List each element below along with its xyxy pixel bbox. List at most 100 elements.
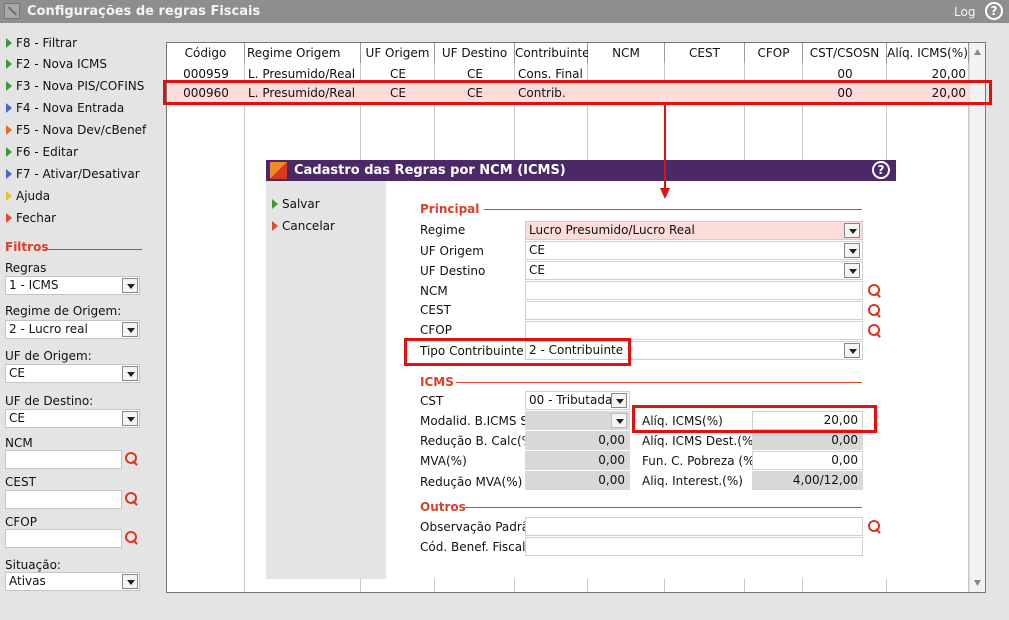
observacao-input[interactable] — [525, 517, 863, 536]
regime-label: Regime — [420, 223, 466, 237]
cst-dropdown[interactable] — [611, 392, 628, 409]
principal-divider — [484, 209, 862, 210]
col-regime-origem[interactable]: Regime Origem — [245, 43, 361, 63]
cell-regime: L. Presumido/Real — [248, 67, 356, 81]
uf-origem-select[interactable]: CE — [5, 364, 140, 383]
menu-nova-pis-cofins[interactable]: F3 - Nova PIS/COFINS — [6, 77, 144, 95]
menu-editar[interactable]: F6 - Editar — [6, 143, 78, 161]
tipo-contribuinte-select[interactable]: 2 - Contribuinte — [525, 341, 863, 360]
save-button[interactable]: Salvar — [272, 197, 320, 211]
uf-destino-select[interactable]: CE — [5, 409, 140, 428]
cest-filter-input[interactable] — [5, 490, 122, 509]
col-cfop[interactable]: CFOP — [745, 43, 803, 63]
uf-origem-dropdown[interactable] — [844, 242, 861, 259]
cod-benef-label: Cód. Benef. Fiscal — [420, 540, 526, 554]
annotation-arrow — [660, 104, 670, 199]
green-arrow-icon — [6, 38, 12, 48]
icms-section-title: ICMS — [420, 375, 454, 389]
chevron-down-icon[interactable] — [844, 243, 860, 258]
chevron-down-icon[interactable] — [844, 343, 860, 358]
chevron-down-icon[interactable] — [122, 366, 138, 381]
cell-uf-origem: CE — [390, 67, 406, 81]
situacao-select[interactable]: Ativas — [5, 572, 140, 591]
search-icon[interactable] — [868, 304, 882, 318]
log-link[interactable]: Log — [954, 5, 975, 19]
cfop-filter-input[interactable] — [5, 529, 122, 548]
menu-nova-dev-cbenef[interactable]: F5 - Nova Dev/cBenef — [6, 121, 146, 139]
regras-select[interactable]: 1 - ICMS — [5, 276, 140, 295]
green-arrow-icon — [6, 147, 12, 157]
cfop-label: CFOP — [420, 323, 452, 337]
cst-select[interactable]: 00 - Tributada ir — [525, 391, 630, 410]
search-icon[interactable] — [868, 284, 882, 298]
chevron-down-icon[interactable] — [611, 393, 627, 408]
help-icon[interactable]: ? — [872, 161, 890, 179]
regime-origem-select[interactable]: 2 - Lucro real — [5, 320, 140, 339]
orange-arrow-icon — [6, 125, 12, 135]
chevron-down-icon[interactable] — [844, 223, 860, 238]
menu-ajuda[interactable]: Ajuda — [6, 187, 50, 205]
regime-origem-label: Regime de Origem: — [5, 304, 122, 318]
menu-filtrar[interactable]: F8 - Filtrar — [6, 34, 77, 52]
cell-uf-destino: CE — [467, 86, 483, 100]
aliq-icms-dest-label: Alíq. ICMS Dest.(%) — [642, 434, 758, 448]
col-codigo[interactable]: Código — [167, 43, 245, 63]
chevron-down-icon[interactable] — [122, 322, 138, 337]
window-title: Configurações de regras Fiscais — [27, 4, 261, 19]
col-cest[interactable]: CEST — [665, 43, 745, 63]
regime-dropdown[interactable] — [844, 222, 861, 239]
scroll-up-icon[interactable] — [974, 49, 981, 55]
uf-origem-dlg-select[interactable]: CE — [525, 241, 863, 260]
dialog-title-bar: Cadastro das Regras por NCM (ICMS) ? — [266, 160, 896, 181]
table-row-selected[interactable]: 000960 L. Presumido/Real CE CE Contrib. … — [167, 83, 969, 103]
uf-destino-dlg-select[interactable]: CE — [525, 261, 863, 280]
uf-destino-dropdown[interactable] — [844, 262, 861, 279]
uf-destino-label: UF de Destino: — [5, 394, 94, 408]
menu-nova-icms[interactable]: F2 - Nova ICMS — [6, 55, 107, 73]
scrollbar-arrows — [974, 49, 981, 586]
orange-arrow-icon — [6, 213, 12, 223]
cfop-filter-label: CFOP — [5, 515, 37, 529]
menu-nova-entrada[interactable]: F4 - Nova Entrada — [6, 99, 124, 117]
chevron-down-icon[interactable] — [122, 574, 138, 589]
scroll-down-icon[interactable] — [974, 580, 981, 586]
search-icon[interactable] — [868, 324, 882, 338]
chevron-down-icon[interactable] — [844, 263, 860, 278]
col-ncm[interactable]: NCM — [588, 43, 665, 63]
regras-label: Regras — [5, 261, 47, 275]
ncm-filter-input[interactable] — [5, 450, 122, 469]
aliq-icms-dest-input: 0,00 — [752, 431, 863, 450]
table-row[interactable]: 000959 L. Presumido/Real CE CE Cons. Fin… — [167, 64, 969, 84]
fun-pobreza-label: Fun. C. Pobreza (%) — [642, 454, 760, 468]
search-icon[interactable] — [125, 492, 139, 506]
ncm-input[interactable] — [525, 281, 863, 300]
cancel-button[interactable]: Cancelar — [272, 219, 335, 233]
regime-select[interactable]: Lucro Presumido/Lucro Real — [525, 221, 863, 240]
annotation-arrow-head — [660, 188, 670, 199]
situacao-label: Situação: — [5, 558, 61, 572]
cod-benef-input[interactable] — [525, 537, 863, 556]
cfop-input[interactable] — [525, 321, 863, 340]
green-arrow-icon — [272, 199, 278, 209]
col-uf-destino[interactable]: UF Destino — [435, 43, 515, 63]
fun-pobreza-input[interactable]: 0,00 — [752, 451, 863, 470]
cest-input[interactable] — [525, 301, 863, 320]
search-icon[interactable] — [868, 520, 882, 534]
col-contribuinte[interactable]: Contribuinte — [515, 43, 590, 63]
menu-fechar[interactable]: Fechar — [6, 209, 56, 227]
menu-ativar-desativar[interactable]: F7 - Ativar/Desativar — [6, 165, 140, 183]
search-icon[interactable] — [125, 452, 139, 466]
col-aliq-icms[interactable]: Alíq. ICMS(%) — [887, 43, 969, 63]
help-icon[interactable]: ? — [985, 2, 1003, 20]
grid-scrollbar[interactable] — [969, 43, 985, 592]
search-icon[interactable] — [125, 531, 139, 545]
cell-codigo: 000959 — [183, 67, 229, 81]
orange-arrow-icon — [272, 221, 278, 231]
tipo-contribuinte-dropdown[interactable] — [844, 342, 861, 359]
chevron-down-icon[interactable] — [122, 411, 138, 426]
col-cst-csosn[interactable]: CST/CSOSN — [803, 43, 887, 63]
chevron-down-icon[interactable] — [122, 278, 138, 293]
title-bar: Configurações de regras Fiscais Log ? — [0, 0, 1009, 23]
aliq-icms-input[interactable]: 20,00 — [752, 411, 863, 430]
col-uf-origem[interactable]: UF Origem — [361, 43, 435, 63]
